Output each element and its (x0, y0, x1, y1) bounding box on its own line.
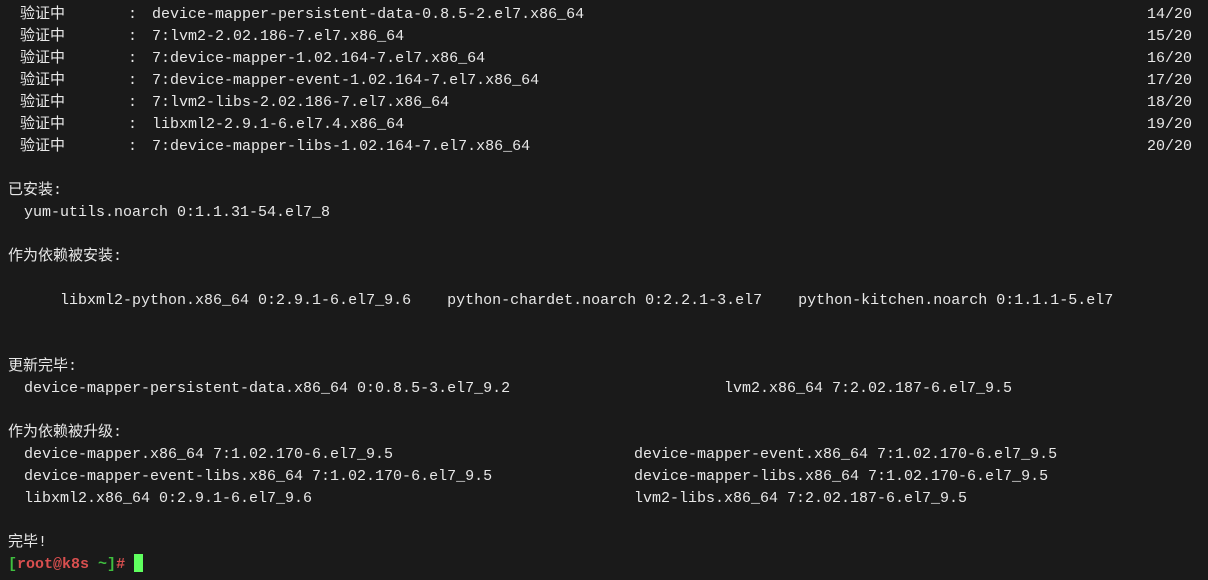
dep-upgraded-pkg-left: libxml2.x86_64 0:2.9.1-6.el7_9.6 (24, 488, 634, 510)
verify-count: 19/20 (1147, 114, 1200, 136)
prompt-user-host: root@k8s (17, 556, 98, 573)
verify-row: 验证中 : 7:device-mapper-1.02.164-7.el7.x86… (8, 48, 1200, 70)
verify-pkg: 7:device-mapper-event-1.02.164-7.el7.x86… (152, 70, 1147, 92)
verify-row: 验证中 : 7:lvm2-libs-2.02.186-7.el7.x86_641… (8, 92, 1200, 114)
prompt-tilde: ~ (98, 556, 107, 573)
verify-pkg: libxml2-2.9.1-6.el7.4.x86_64 (152, 114, 1147, 136)
blank-line (8, 224, 1200, 246)
dep-upgraded-pkg-right: lvm2-libs.x86_64 7:2.02.187-6.el7_9.5 (634, 488, 967, 510)
dep-upgraded-list: device-mapper.x86_64 7:1.02.170-6.el7_9.… (8, 444, 1200, 510)
dep-pkg: python-chardet.noarch 0:2.2.1-3.el7 (447, 292, 762, 309)
verify-count: 14/20 (1147, 4, 1200, 26)
verify-label: 验证中 (8, 26, 83, 48)
verify-label: 验证中 (8, 136, 83, 158)
dep-installed-list: libxml2-python.x86_64 0:2.9.1-6.el7_9.6 … (8, 268, 1200, 334)
blank-line (8, 510, 1200, 532)
prompt-hash: # (116, 556, 134, 573)
verify-pkg: 7:device-mapper-libs-1.02.164-7.el7.x86_… (152, 136, 1147, 158)
updated-pkg-left: device-mapper-persistent-data.x86_64 0:0… (24, 378, 724, 400)
blank-line (8, 400, 1200, 422)
verify-colon: : (128, 4, 146, 26)
verify-row: 验证中 : 7:lvm2-2.02.186-7.el7.x86_6415/20 (8, 26, 1200, 48)
verify-colon: : (128, 114, 146, 136)
blank-line (8, 334, 1200, 356)
terminal-output[interactable]: 验证中 : device-mapper-persistent-data-0.8.… (8, 4, 1200, 576)
dep-upgraded-pkg-left: device-mapper-event-libs.x86_64 7:1.02.1… (24, 466, 634, 488)
verify-row: 验证中 : libxml2-2.9.1-6.el7.4.x86_6419/20 (8, 114, 1200, 136)
dep-upgraded-row: device-mapper-event-libs.x86_64 7:1.02.1… (8, 466, 1200, 488)
dep-pkg: libxml2-python.x86_64 0:2.9.1-6.el7_9.6 (60, 292, 411, 309)
verify-pkg: device-mapper-persistent-data-0.8.5-2.el… (152, 4, 1147, 26)
installed-header: 已安装: (8, 180, 1200, 202)
verify-count: 17/20 (1147, 70, 1200, 92)
updated-row: device-mapper-persistent-data.x86_64 0:0… (8, 378, 1200, 400)
dep-pkg: python-kitchen.noarch 0:1.1.1-5.el7 (798, 292, 1113, 309)
verify-section: 验证中 : device-mapper-persistent-data-0.8.… (8, 4, 1200, 158)
dep-upgraded-row: libxml2.x86_64 0:2.9.1-6.el7_9.6lvm2-lib… (8, 488, 1200, 510)
installed-pkg: yum-utils.noarch 0:1.1.31-54.el7_8 (8, 202, 1200, 224)
dep-upgraded-pkg-right: device-mapper-libs.x86_64 7:1.02.170-6.e… (634, 466, 1048, 488)
verify-row: 验证中 : device-mapper-persistent-data-0.8.… (8, 4, 1200, 26)
verify-colon: : (128, 70, 146, 92)
dep-upgraded-header: 作为依赖被升级: (8, 422, 1200, 444)
verify-label: 验证中 (8, 70, 83, 92)
updated-list: device-mapper-persistent-data.x86_64 0:0… (8, 378, 1200, 400)
updated-pkg-right: lvm2.x86_64 7:2.02.187-6.el7_9.5 (724, 378, 1012, 400)
cursor-icon (134, 554, 143, 572)
dep-installed-header: 作为依赖被安装: (8, 246, 1200, 268)
verify-pkg: 7:lvm2-2.02.186-7.el7.x86_64 (152, 26, 1147, 48)
verify-label: 验证中 (8, 48, 83, 70)
dep-upgraded-pkg-right: device-mapper-event.x86_64 7:1.02.170-6.… (634, 444, 1057, 466)
prompt-bracket-close: ] (107, 556, 116, 573)
verify-row: 验证中 : 7:device-mapper-event-1.02.164-7.e… (8, 70, 1200, 92)
verify-colon: : (128, 48, 146, 70)
verify-colon: : (128, 92, 146, 114)
verify-label: 验证中 (8, 114, 83, 136)
blank-line (8, 158, 1200, 180)
verify-colon: : (128, 136, 146, 158)
verify-count: 15/20 (1147, 26, 1200, 48)
shell-prompt[interactable]: [root@k8s ~]# (8, 554, 1200, 576)
verify-colon: : (128, 26, 146, 48)
dep-upgraded-row: device-mapper.x86_64 7:1.02.170-6.el7_9.… (8, 444, 1200, 466)
prompt-bracket-open: [ (8, 556, 17, 573)
done-text: 完毕! (8, 532, 1200, 554)
verify-row: 验证中 : 7:device-mapper-libs-1.02.164-7.el… (8, 136, 1200, 158)
verify-count: 16/20 (1147, 48, 1200, 70)
dep-upgraded-pkg-left: device-mapper.x86_64 7:1.02.170-6.el7_9.… (24, 444, 634, 466)
verify-label: 验证中 (8, 92, 83, 114)
verify-count: 20/20 (1147, 136, 1200, 158)
verify-count: 18/20 (1147, 92, 1200, 114)
verify-pkg: 7:device-mapper-1.02.164-7.el7.x86_64 (152, 48, 1147, 70)
updated-header: 更新完毕: (8, 356, 1200, 378)
verify-pkg: 7:lvm2-libs-2.02.186-7.el7.x86_64 (152, 92, 1147, 114)
verify-label: 验证中 (8, 4, 83, 26)
